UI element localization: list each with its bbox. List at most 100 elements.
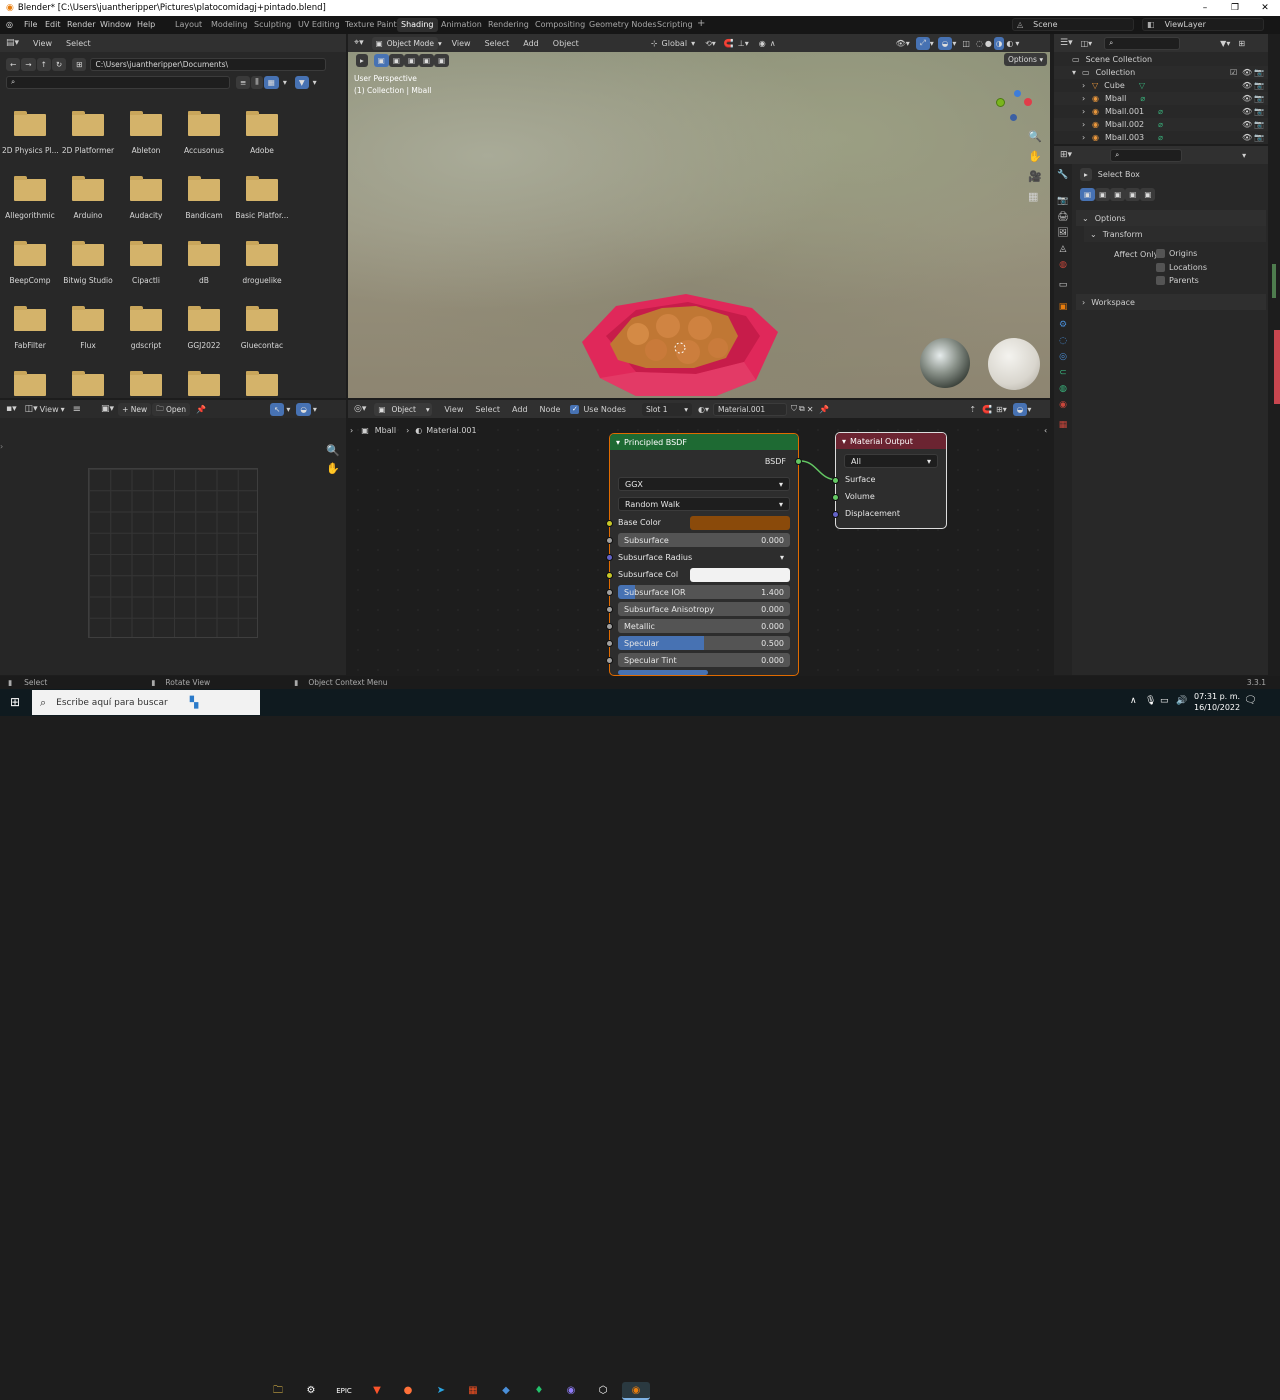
brave-browser-icon[interactable]: ▼ — [368, 1382, 386, 1400]
folder-item[interactable]: BeepComp — [2, 241, 58, 285]
tab-sculpting[interactable]: Sculpting — [254, 20, 291, 29]
new-image-button[interactable]: + New — [118, 402, 152, 416]
folder-item[interactable]: Audacity — [118, 176, 174, 220]
render-camera-icon[interactable]: 📷 — [1254, 107, 1264, 116]
tab-texture-paint[interactable]: Texture Paint — [345, 20, 397, 29]
material-output-node[interactable]: ▾ Material Output All ▾ Surface Volume Di… — [832, 433, 946, 528]
visibility-eye-icon[interactable]: 👁 — [1242, 94, 1252, 103]
expand-arrow-icon[interactable]: › — [1082, 94, 1090, 103]
folder-item[interactable]: Bandicam — [176, 176, 232, 220]
data-modifier-icon[interactable]: ⌀ — [1158, 107, 1163, 116]
toolbar-toggle-icon[interactable]: ▸ — [356, 54, 368, 67]
render-camera-icon[interactable]: 📷 — [1254, 133, 1264, 142]
data-modifier-icon[interactable]: ⌀ — [1158, 133, 1163, 142]
render-camera-icon[interactable]: 📷 — [1254, 120, 1264, 129]
subsurface-color-socket[interactable] — [606, 572, 613, 579]
menu-add[interactable]: Add — [523, 39, 539, 48]
folder-item[interactable]: Basic Platfor... — [234, 176, 290, 220]
particles-tab-icon[interactable]: ◌ — [1056, 336, 1070, 348]
parent-dir-icon[interactable]: ↑ — [36, 57, 51, 71]
taskbar-time[interactable]: 07:31 p. m. — [1194, 692, 1240, 701]
app-green-icon[interactable]: ♦ — [530, 1382, 548, 1400]
telegram-icon[interactable]: ➤ — [432, 1382, 450, 1400]
subsurface-slider[interactable]: Subsurface 0.000 — [618, 533, 790, 547]
affect-locations-row[interactable]: Locations — [1156, 263, 1207, 272]
folder-item[interactable]: Arduino — [60, 176, 116, 220]
parents-checkbox[interactable] — [1156, 276, 1165, 285]
visibility-eye-icon[interactable]: 👁 — [1242, 68, 1252, 77]
epic-games-icon[interactable]: EPIC — [335, 1382, 353, 1400]
folder-item[interactable] — [176, 371, 232, 398]
menu-window[interactable]: Window — [100, 20, 132, 29]
outliner-collection[interactable]: ▾ ▭ Collection ☑ 👁 📷 — [1054, 66, 1268, 79]
menu-render[interactable]: Render — [67, 20, 95, 29]
subsurface-radius-row[interactable]: Subsurface Radius ▾ — [618, 550, 790, 564]
filter-icon[interactable]: ▼▾ — [1220, 39, 1230, 48]
taskbar-date[interactable]: 16/10/2022 — [1194, 703, 1240, 712]
select-subtract-icon[interactable]: ▣ — [1110, 188, 1126, 201]
folder-item[interactable] — [234, 371, 290, 398]
file-explorer-icon[interactable]: 🗀 — [269, 1382, 287, 1400]
anisotropy-slider[interactable]: Subsurface Anisotropy 0.000 — [618, 602, 790, 616]
options-section[interactable]: ⌄ Options — [1076, 210, 1266, 226]
folder-item[interactable]: gdscript — [118, 306, 174, 350]
file-search-input[interactable]: ⌕ — [6, 75, 230, 89]
menu-edit[interactable]: Edit — [45, 20, 61, 29]
tab-shading[interactable]: Shading — [397, 18, 438, 32]
select-invert-icon[interactable]: ▣ — [1125, 188, 1141, 201]
pin-icon[interactable]: 📌 — [196, 405, 206, 414]
overlay-chevron-icon[interactable]: ▾ — [952, 39, 956, 48]
outliner-item[interactable]: › ◉ Mball.001 ⌀ 👁 📷 — [1054, 105, 1268, 118]
proportional-edit-icon[interactable]: ◉ — [759, 39, 766, 48]
options-chevron-icon[interactable]: ▾ — [1242, 151, 1246, 160]
tab-animation[interactable]: Animation — [441, 20, 482, 29]
app-blue-icon[interactable]: ◆ — [497, 1382, 515, 1400]
data-modifier-icon[interactable]: ⌀ — [1158, 120, 1163, 129]
refresh-icon[interactable]: ↻ — [51, 57, 67, 71]
folder-item[interactable]: Gluecontac — [234, 306, 290, 350]
menu-hamburger-icon[interactable]: ≡ — [73, 404, 81, 415]
folder-item[interactable]: Allegorithmic — [2, 176, 58, 220]
tray-chevron-icon[interactable]: ∧ — [1130, 696, 1137, 706]
data-modifier-icon[interactable]: ▽ — [1139, 81, 1145, 90]
uv-select-icon[interactable]: ↖ — [270, 402, 285, 416]
editor-type-icon[interactable]: ⌖▾ — [354, 38, 364, 48]
firefox-icon[interactable]: ● — [399, 1382, 417, 1400]
viewlayer-selector[interactable]: ◧ ViewLayer — [1142, 18, 1264, 31]
shading-chevron-icon[interactable]: ▾ — [1015, 39, 1019, 48]
maximize-button[interactable]: ❐ — [1220, 0, 1250, 16]
perspective-toggle-icon[interactable]: ▦ — [1028, 190, 1038, 203]
xray-icon[interactable]: ◫ — [962, 39, 970, 48]
select-box-icon[interactable]: ▸ — [1080, 168, 1092, 181]
folder-item[interactable]: Cipactli — [118, 241, 174, 285]
forward-arrow-icon[interactable]: → — [21, 57, 36, 71]
new-folder-icon[interactable]: ⊞ — [72, 57, 87, 71]
bsdf-node-header[interactable]: ▾ Principled BSDF — [610, 434, 798, 450]
output-target-dropdown[interactable]: All ▾ — [844, 454, 938, 468]
view-chevron-icon[interactable]: ▾ — [61, 405, 65, 414]
open-image-button[interactable]: 🗀 Open — [152, 402, 191, 416]
orientation-selector[interactable]: Global — [662, 39, 688, 48]
close-button[interactable]: ✕ — [1250, 0, 1280, 16]
add-workspace-button[interactable]: + — [697, 18, 705, 29]
menu-select[interactable]: Select — [66, 39, 91, 48]
folder-item[interactable]: Ableton — [118, 111, 174, 155]
camera-view-icon[interactable]: 🎥 — [1028, 170, 1042, 183]
image-browse-icon[interactable]: ▣▾ — [101, 404, 114, 414]
folder-item[interactable] — [2, 371, 58, 398]
overlay-options-chevron-icon[interactable]: ▾ — [313, 405, 317, 414]
menu-file[interactable]: File — [24, 20, 37, 29]
notification-icon[interactable]: 🗨 — [1244, 695, 1257, 706]
select-intersect-icon[interactable]: ▣ — [1140, 188, 1156, 201]
folder-item[interactable]: FabFilter — [2, 306, 58, 350]
microsoft-store-icon[interactable]: ▦ — [464, 1382, 482, 1400]
workspace-section[interactable]: › Workspace — [1076, 294, 1266, 310]
editor-type-icon[interactable]: ▪▾ — [6, 404, 17, 414]
mode-selector[interactable]: ▣ Object Mode ▾ — [371, 36, 442, 50]
anisotropy-socket[interactable] — [606, 606, 613, 613]
volume-socket[interactable] — [832, 494, 839, 501]
folder-item[interactable]: 2D Physics Pl... — [2, 111, 58, 155]
tab-compositing[interactable]: Compositing — [535, 20, 585, 29]
subsurface-socket[interactable] — [606, 537, 613, 544]
expand-arrow-icon[interactable]: ▾ — [1072, 68, 1080, 77]
